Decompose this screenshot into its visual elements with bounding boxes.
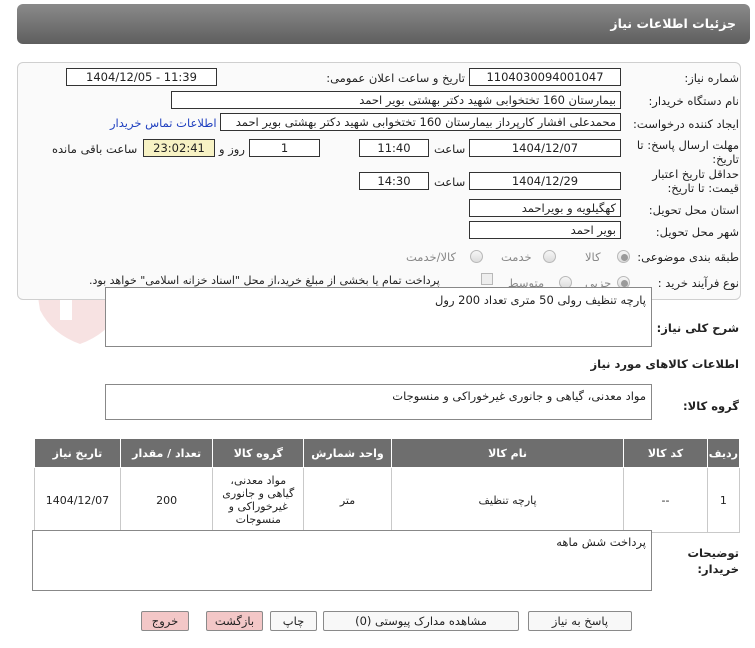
- city-label: شهر محل تحویل:: [655, 225, 739, 239]
- reply-button[interactable]: پاسخ به نیاز: [528, 611, 632, 631]
- deadline-date-field: 1404/12/07: [469, 139, 621, 157]
- goods-group-field: مواد معدنی، گیاهی و جانوری غیرخوراکی و م…: [105, 384, 652, 420]
- validity-label-line1: حداقل تاریخ اعتبار: [652, 167, 739, 181]
- buyer-notes-field: پرداخت شش ماهه: [32, 530, 652, 591]
- deadline-days-field: 1: [249, 139, 320, 157]
- summary-field: پارچه تنظیف رولی 50 متری تعداد 200 رول: [105, 287, 652, 347]
- table-row: 1 -- پارچه تنظیف متر مواد معدنی، گیاهی و…: [34, 467, 741, 533]
- province-label: استان محل تحویل:: [648, 203, 739, 217]
- category-goods-label: کالا: [585, 250, 601, 264]
- col-unit: واحد شمارش: [303, 438, 392, 468]
- category-label: طبقه بندی موضوعی:: [637, 250, 739, 264]
- validity-date-field: 1404/12/29: [469, 172, 621, 190]
- announce-label: تاریخ و ساعت اعلان عمومی:: [326, 71, 465, 85]
- table-header-row: ردیف کد کالا نام کالا واحد شمارش گروه کا…: [34, 438, 741, 468]
- category-goods-service-radio[interactable]: [470, 250, 483, 263]
- need-number-field: 1104030094001047: [469, 68, 621, 86]
- buyer-notes-label-line1: توضیحات: [687, 546, 740, 560]
- cell-quantity: 200: [119, 467, 214, 533]
- validity-time-label: ساعت: [434, 175, 466, 189]
- treasury-note: پرداخت تمام یا بخشی از مبلغ خرید،از محل …: [89, 274, 440, 287]
- requester-field: محمدعلی افشار کارپرداز بیمارستان 160 تخت…: [220, 113, 621, 131]
- col-group: گروه کالا: [212, 438, 305, 468]
- category-service-radio[interactable]: [543, 250, 556, 263]
- col-item-name: نام کالا: [390, 438, 625, 468]
- col-need-date: تاریخ نیاز: [34, 438, 121, 468]
- view-attachments-button[interactable]: مشاهده مدارک پیوستی (0): [323, 611, 519, 631]
- cell-need-date: 1404/12/07: [34, 467, 121, 533]
- category-service-label: خدمت: [501, 250, 532, 264]
- process-label: نوع فرآیند خرید :: [657, 276, 739, 290]
- treasury-checkbox[interactable]: [481, 273, 493, 285]
- category-goods-radio[interactable]: [617, 250, 630, 263]
- goods-section-title: اطلاعات کالاهای مورد نیاز: [590, 357, 739, 371]
- remaining-time-label: ساعت باقی مانده: [52, 142, 138, 156]
- cell-row-number: 1: [706, 467, 741, 533]
- category-goods-service-label: کالا/خدمت: [406, 250, 457, 264]
- col-row-number: ردیف: [706, 438, 741, 468]
- goods-group-label: گروه کالا:: [683, 399, 739, 413]
- back-button[interactable]: بازگشت: [206, 611, 263, 631]
- buyer-notes-label-line2: خریدار:: [697, 562, 739, 576]
- province-field: کهگیلویه و بویراحمد: [469, 199, 621, 217]
- cell-group: مواد معدنی، گیاهی و جانوری غیرخوراکی و م…: [212, 467, 305, 533]
- col-item-code: کد کالا: [623, 438, 708, 468]
- buyer-org-field: بیمارستان 160 تختخوابی شهید دکتر بهشتی ب…: [171, 91, 621, 109]
- exit-button[interactable]: خروج: [141, 611, 189, 631]
- cell-unit: متر: [303, 467, 392, 533]
- page-header: جزئیات اطلاعات نیاز: [17, 4, 750, 44]
- deadline-label-line2: تاریخ:: [712, 152, 739, 166]
- col-quantity: تعداد / مقدار: [119, 438, 214, 468]
- goods-table: ردیف کد کالا نام کالا واحد شمارش گروه کا…: [34, 438, 741, 533]
- city-field: بویر احمد: [469, 221, 621, 239]
- requester-label: ایجاد کننده درخواست:: [633, 117, 739, 131]
- buyer-org-label: نام دستگاه خریدار:: [648, 94, 739, 108]
- deadline-time-label: ساعت: [434, 142, 466, 156]
- buyer-contact-link[interactable]: اطلاعات تماس خریدار: [110, 116, 217, 130]
- print-button[interactable]: چاپ: [270, 611, 317, 631]
- deadline-time-field: 11:40: [359, 139, 429, 157]
- need-number-label: شماره نیاز:: [684, 71, 739, 85]
- cell-item-code: --: [623, 467, 708, 533]
- remaining-time-field: 23:02:41: [143, 139, 215, 157]
- validity-label-line2: قیمت: تا تاریخ:: [667, 181, 739, 195]
- announce-datetime-field: 1404/12/05 - 11:39: [66, 68, 217, 86]
- cell-item-name: پارچه تنظیف: [390, 467, 625, 533]
- deadline-label-line1: مهلت ارسال پاسخ: تا: [636, 138, 739, 152]
- summary-label: شرح کلی نیاز:: [656, 321, 739, 335]
- validity-time-field: 14:30: [359, 172, 429, 190]
- page-title: جزئیات اطلاعات نیاز: [610, 16, 736, 31]
- deadline-days-label: روز و: [219, 142, 245, 156]
